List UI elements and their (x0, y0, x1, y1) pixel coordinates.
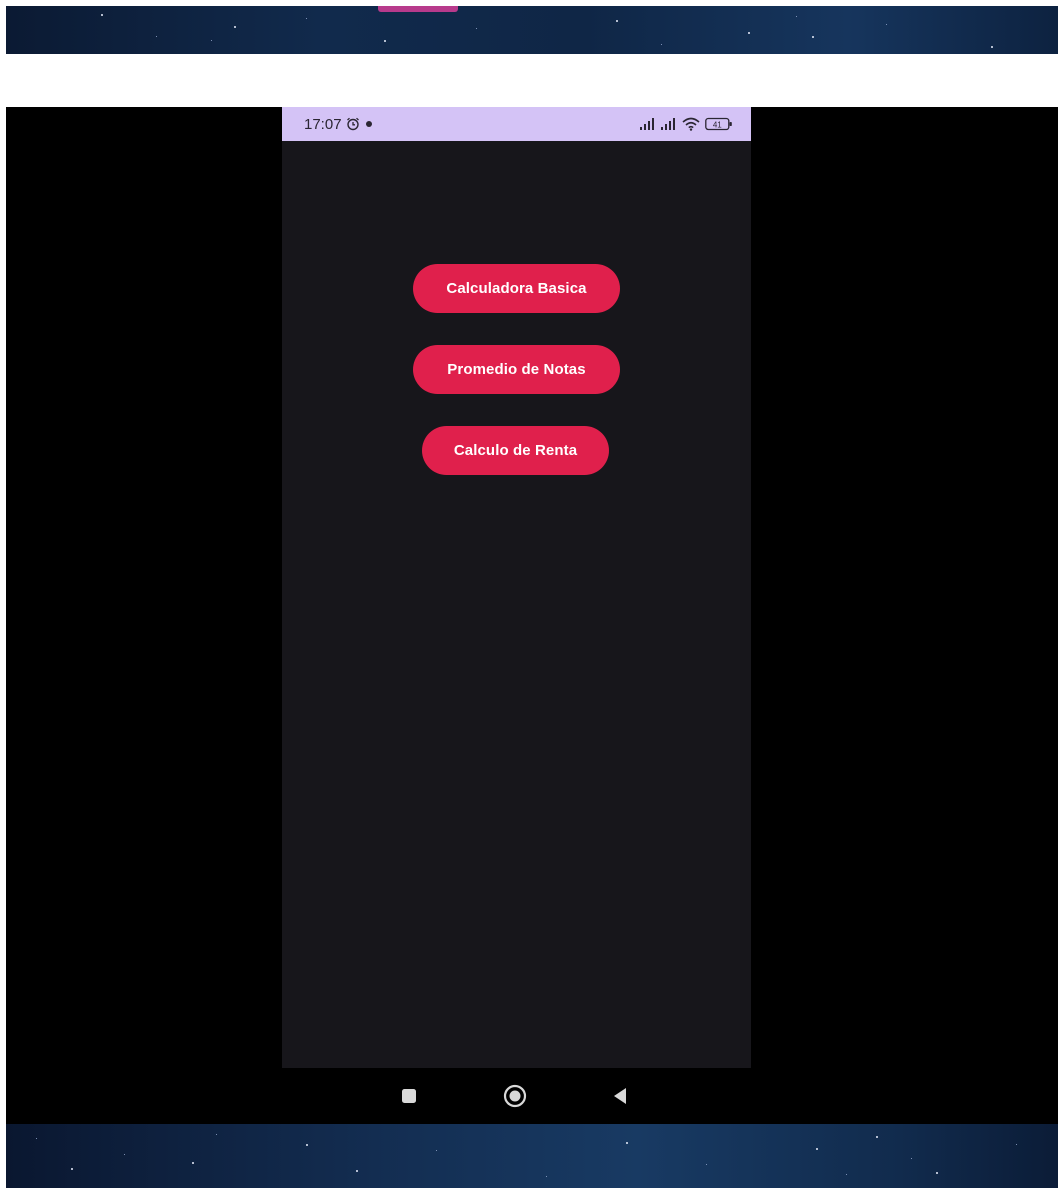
alarm-icon (346, 117, 360, 131)
decorative-tab (378, 6, 458, 12)
calculo-de-renta-button[interactable]: Calculo de Renta (422, 426, 609, 475)
notification-dot-icon (364, 119, 374, 129)
back-button[interactable] (600, 1076, 640, 1116)
status-bar: 17:07 41 (282, 107, 751, 141)
phone-screen: 17:07 41 Calculadora Basica Promedio de … (282, 107, 751, 1068)
screenshot: 17:07 41 Calculadora Basica Promedio de … (0, 0, 1061, 1188)
battery-level: 41 (713, 120, 722, 129)
status-time: 17:07 (304, 115, 342, 133)
starry-background-top (6, 6, 1058, 54)
calculadora-basica-button[interactable]: Calculadora Basica (413, 264, 620, 313)
home-icon (503, 1084, 527, 1108)
recent-apps-button[interactable] (389, 1076, 429, 1116)
signal-icon (640, 118, 656, 130)
back-icon (611, 1086, 629, 1106)
starry-background-bottom (6, 1124, 1058, 1188)
promedio-de-notas-button[interactable]: Promedio de Notas (413, 345, 620, 394)
wifi-icon (682, 117, 700, 131)
recent-apps-icon (401, 1088, 417, 1104)
signal-icon (661, 118, 677, 130)
home-button[interactable] (495, 1076, 535, 1116)
battery-icon: 41 (705, 117, 733, 131)
navigation-bar (282, 1068, 751, 1124)
